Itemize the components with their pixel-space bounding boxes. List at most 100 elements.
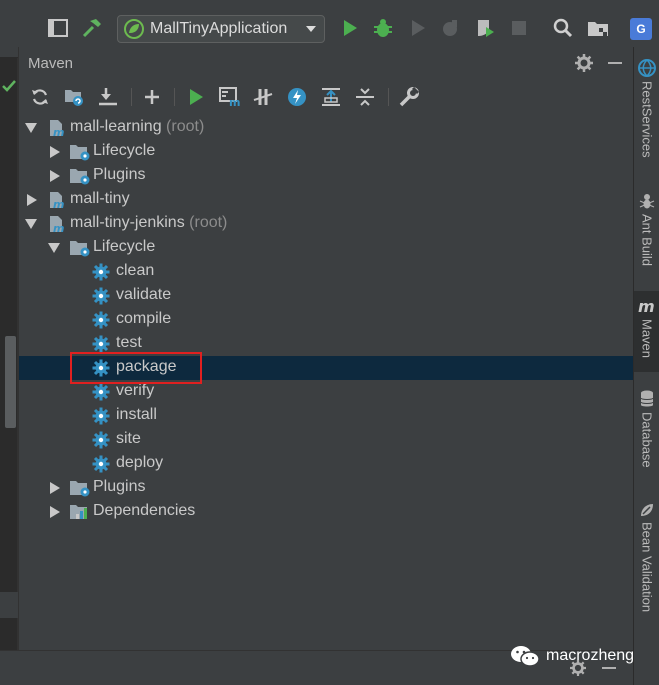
- ant-icon: [639, 194, 655, 209]
- watermark: macrozheng: [510, 643, 634, 669]
- debug-icon[interactable]: [371, 16, 395, 40]
- tree-item-goal-compile[interactable]: compile: [19, 308, 634, 332]
- tree-item-goal-deploy[interactable]: deploy: [19, 452, 634, 476]
- reimport-icon[interactable]: [28, 85, 52, 109]
- lifecycle-goal-gear-icon: [92, 287, 112, 305]
- run-coverage-icon[interactable]: [406, 16, 430, 40]
- svg-text:m: m: [638, 299, 655, 315]
- maven-module-icon: m: [47, 191, 67, 211]
- project-view-icon[interactable]: [46, 16, 70, 40]
- run-icon[interactable]: [338, 16, 362, 40]
- add-icon[interactable]: [140, 85, 164, 109]
- wechat-icon: [511, 646, 540, 667]
- attach-debugger-icon[interactable]: [473, 16, 497, 40]
- tree-item-lifecycle[interactable]: Lifecycle: [19, 236, 634, 260]
- folder-gear-icon: [69, 239, 90, 257]
- tree-item-label: test: [116, 334, 142, 352]
- expand-arrow-right-icon[interactable]: [50, 482, 60, 494]
- download-sources-icon[interactable]: [96, 85, 120, 109]
- tree-item-label: compile: [116, 310, 171, 328]
- tree-item-mall-learning[interactable]: m mall-learning (root): [19, 116, 634, 140]
- expand-arrow-right-icon[interactable]: [50, 146, 60, 158]
- editor-scrollbar-thumb[interactable]: [5, 336, 16, 428]
- expand-arrow-down-icon[interactable]: [48, 243, 60, 253]
- watermark-text: macrozheng: [546, 647, 635, 664]
- build-hammer-icon[interactable]: [80, 16, 104, 40]
- lifecycle-goal-gear-icon: [92, 455, 112, 473]
- generate-sources-icon[interactable]: [62, 85, 86, 109]
- toolbar-separator: [388, 88, 389, 106]
- tree-item-mall-tiny[interactable]: m mall-tiny: [19, 188, 634, 212]
- tree-item-text: Plugins: [93, 478, 146, 495]
- chevron-down-icon: [306, 26, 316, 32]
- expand-arrow-right-icon[interactable]: [50, 506, 60, 518]
- tree-item-dependencies[interactable]: Dependencies: [19, 500, 634, 524]
- svg-text:m: m: [53, 126, 64, 137]
- profile-icon[interactable]: [438, 16, 462, 40]
- maven-settings-wrench-icon[interactable]: [397, 85, 421, 109]
- expand-arrow-right-icon[interactable]: [50, 170, 60, 182]
- tree-item-label: clean: [116, 262, 154, 280]
- tree-item-lifecycle[interactable]: Lifecycle: [19, 140, 634, 164]
- panel-header: Maven: [19, 47, 634, 79]
- tree-item-label: validate: [116, 286, 171, 304]
- tab-rest-services[interactable]: RestServices: [634, 59, 659, 158]
- tab-label: Ant Build: [639, 214, 655, 267]
- run-maven-build-icon[interactable]: [184, 85, 208, 109]
- collapse-all-icon[interactable]: [353, 85, 377, 109]
- expand-arrow-down-icon[interactable]: [25, 123, 37, 133]
- minimize-icon[interactable]: [608, 62, 622, 64]
- tab-bean-validation[interactable]: Bean Validation: [634, 502, 659, 612]
- tree-item-goal-install[interactable]: install: [19, 404, 634, 428]
- toggle-offline-icon[interactable]: [251, 85, 275, 109]
- svg-text:m: m: [53, 198, 64, 209]
- lifecycle-goal-gear-icon: [92, 311, 112, 329]
- dependencies-icon: [69, 503, 89, 521]
- tree-item-text: Lifecycle: [93, 238, 156, 255]
- execute-goal-icon[interactable]: m: [218, 85, 242, 109]
- panel-title: Maven: [28, 54, 74, 72]
- tree-item-goal-site[interactable]: site: [19, 428, 634, 452]
- lifecycle-goal-gear-icon: [92, 335, 112, 353]
- maven-module-icon: m: [47, 215, 67, 235]
- expand-arrow-down-icon[interactable]: [25, 219, 37, 229]
- run-configuration-label: MallTinyApplication: [150, 20, 288, 37]
- tree-item-label: site: [116, 430, 141, 448]
- tab-maven[interactable]: m Maven: [634, 291, 659, 372]
- bean-validation-icon: [641, 504, 653, 516]
- editor-status-area: [0, 592, 18, 618]
- tree-item-goal-clean[interactable]: clean: [19, 260, 634, 284]
- tree-item-label: Lifecycle: [93, 142, 155, 160]
- database-icon: [640, 390, 654, 407]
- tab-label: Maven: [639, 319, 655, 359]
- expand-arrow-right-icon[interactable]: [27, 194, 37, 206]
- tree-item-plugins[interactable]: Plugins: [19, 476, 634, 500]
- tree-item-mall-tiny-jenkins[interactable]: m mall-tiny-jenkins (root): [19, 212, 634, 236]
- tab-ant-build[interactable]: Ant Build: [634, 192, 659, 266]
- tree-item-label: Dependencies: [93, 502, 195, 520]
- tree-item-plugins[interactable]: Plugins: [19, 164, 634, 188]
- run-configuration-dropdown[interactable]: MallTinyApplication: [117, 15, 325, 43]
- editor-edge: [0, 58, 18, 685]
- settings-gear-icon[interactable]: [575, 54, 593, 72]
- folder-gear-icon: [69, 143, 90, 161]
- tree-item-label: mall-tiny: [70, 190, 130, 208]
- search-icon[interactable]: [551, 16, 575, 40]
- check-icon: [2, 80, 16, 92]
- project-structure-icon[interactable]: [586, 16, 610, 40]
- stop-icon[interactable]: [507, 16, 531, 40]
- skip-tests-icon[interactable]: [285, 85, 309, 109]
- tree-item-suffix: (root): [189, 214, 228, 231]
- tab-database[interactable]: Database: [634, 390, 659, 468]
- tree-item-text: Lifecycle: [93, 142, 156, 159]
- tree-item-text: mall-tiny-jenkins: [70, 214, 185, 231]
- tab-label: RestServices: [639, 81, 655, 158]
- lifecycle-goal-gear-icon: [92, 407, 112, 425]
- tree-item-text: verify: [116, 382, 155, 399]
- tree-item-label: deploy: [116, 454, 163, 472]
- translate-plugin-icon[interactable]: G: [630, 18, 652, 40]
- maven-tool-window: Maven m m mall-learning (root) Lifecycle…: [18, 47, 634, 650]
- show-dependencies-icon[interactable]: [319, 85, 343, 109]
- svg-text:m: m: [53, 222, 64, 233]
- tree-item-goal-validate[interactable]: validate: [19, 284, 634, 308]
